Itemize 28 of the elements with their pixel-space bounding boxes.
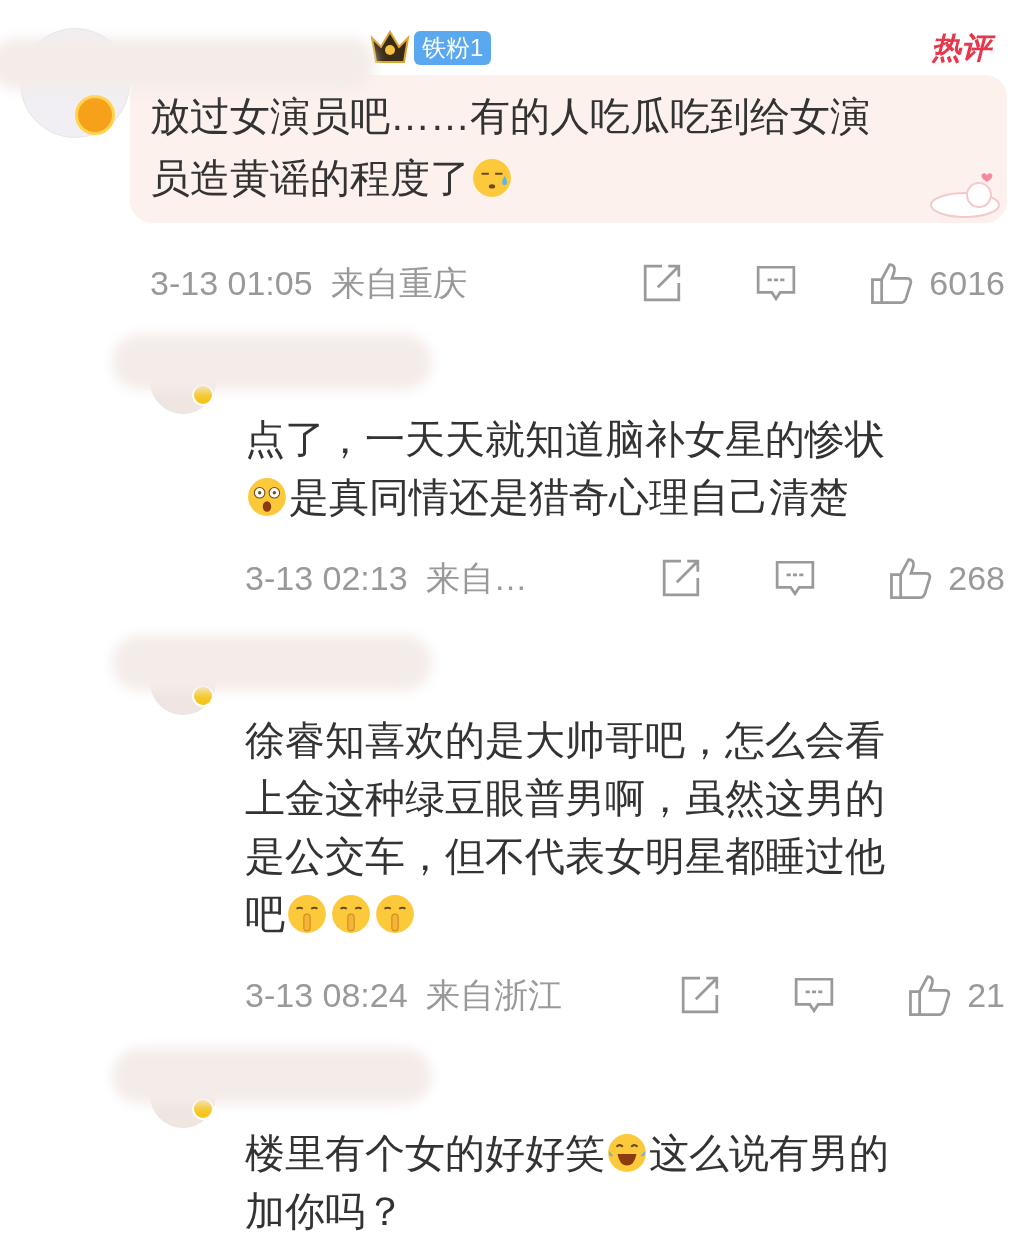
comment-location: 来自重庆 [330,262,467,304]
like-count: 6016 [929,262,1005,304]
comment-text: 加你吗？ [245,1188,405,1235]
shocked-emoji-icon [246,476,288,518]
shush-emoji-icon [374,893,416,935]
laughing-tears-emoji-icon [606,1132,648,1174]
comment-text: 点了，一天天就知道脑补女星的惨状 [245,416,885,463]
hot-comment-label: 热评 [925,27,997,68]
comment-location: 来自… [425,557,528,599]
comment-text: 是真同情还是猎奇心理自己清楚 [289,474,849,521]
comment-text: 是公交车，但不代表女明星都睡过他 [245,833,885,880]
comment-location: 来自浙江 [425,974,562,1016]
comment-time: 3-13 01:05 [150,262,313,304]
comment-text: 放过女演员吧……有的人吃瓜吃到给女演 [150,93,870,140]
comment-text: 吧 [245,891,285,938]
fan-badge: 铁粉1 [414,30,492,65]
comment-time: 3-13 02:13 [245,557,408,599]
comment-text: 员造黄谣的程度了 [150,155,470,202]
like-count: 21 [967,974,1005,1016]
like-count: 268 [948,557,1005,599]
comment-text: 上金这种绿豆眼普男啊，虽然这男的 [245,775,885,822]
comment-text: 楼里有个女的好好笑 [245,1130,605,1177]
sweat-emoji-icon [471,157,513,199]
shush-emoji-icon [286,893,328,935]
comment-text: 这么说有男的 [649,1130,889,1177]
comment-text: 徐睿知喜欢的是大帅哥吧，怎么会看 [245,717,885,764]
shush-emoji-icon [330,893,372,935]
comment-time: 3-13 08:24 [245,974,408,1016]
